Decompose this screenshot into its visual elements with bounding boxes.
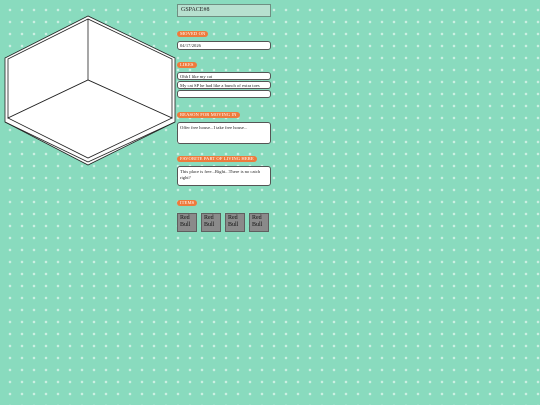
- likes-label: LIKES: [177, 62, 197, 68]
- reason-label: REASON FOR MOVING IN: [177, 112, 240, 118]
- item-slot-2[interactable]: Red Bull: [201, 213, 221, 232]
- items-label: ITEMS: [177, 200, 198, 206]
- likes-field-3[interactable]: [177, 90, 271, 98]
- items-list: Red Bull Red Bull Red Bull Red Bull: [177, 213, 271, 232]
- reason-textarea[interactable]: Offer free house...I take free house...: [177, 122, 271, 144]
- moved-on-field[interactable]: 04/17/2026: [177, 41, 271, 50]
- item-slot-4[interactable]: Red Bull: [249, 213, 269, 232]
- favorite-part-label: FAVORITE PART OF LIVING HERE: [177, 156, 257, 162]
- profile-panel: GSPACE#8 MOVED ON 04/17/2026 LIKES Ohh I…: [177, 4, 271, 232]
- likes-field-1[interactable]: Ohh I like my cat: [177, 72, 271, 80]
- room-viewer: [4, 15, 176, 166]
- space-title: GSPACE#8: [177, 4, 271, 17]
- moved-on-label: MOVED ON: [177, 31, 209, 37]
- item-slot-3[interactable]: Red Bull: [225, 213, 245, 232]
- favorite-part-textarea[interactable]: This place is free...Right...There is no…: [177, 166, 271, 186]
- likes-field-2[interactable]: My cat SP he had like a bunch of extra t…: [177, 81, 271, 89]
- item-slot-1[interactable]: Red Bull: [177, 213, 197, 232]
